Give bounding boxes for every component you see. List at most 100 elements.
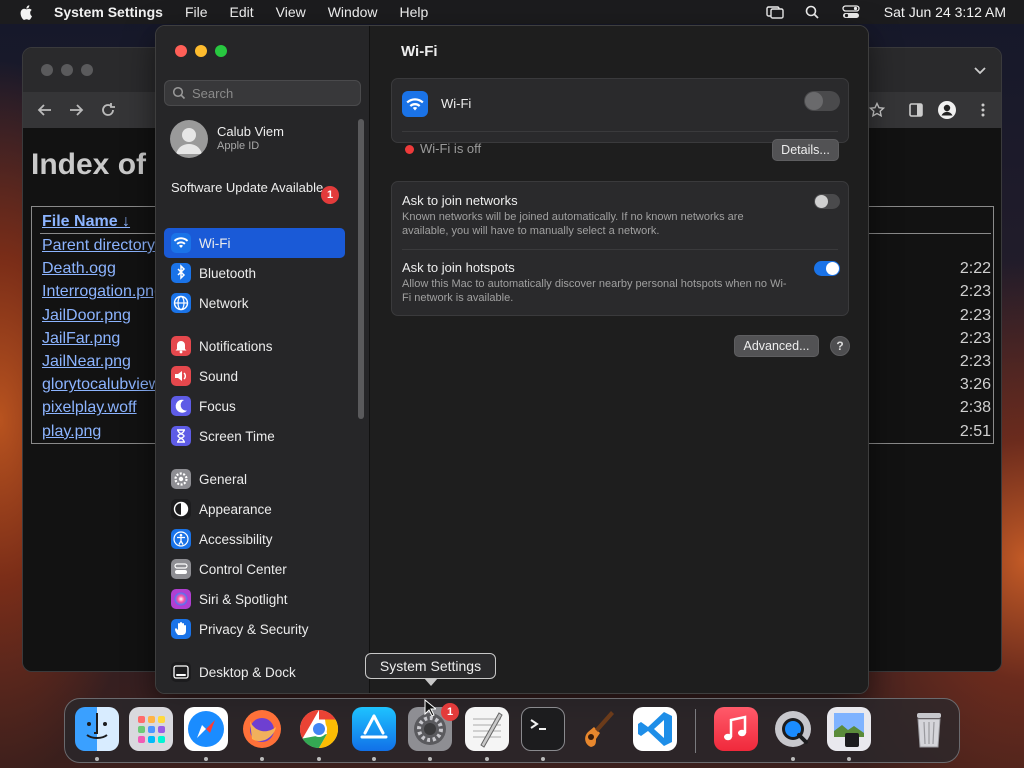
- reload-icon[interactable]: [100, 102, 116, 118]
- browser-close-button[interactable]: [41, 64, 53, 76]
- globe-icon: [171, 293, 191, 313]
- moon-icon: [171, 396, 191, 416]
- file-modified-time: 2:23: [959, 306, 991, 324]
- sidebar-item-bluetooth[interactable]: Bluetooth: [164, 258, 345, 288]
- software-update-item[interactable]: Software Update Available: [171, 180, 341, 196]
- search-field[interactable]: [164, 80, 361, 106]
- menu-clock[interactable]: Sat Jun 24 3:12 AM: [884, 4, 1006, 20]
- control-center-icon[interactable]: [842, 5, 860, 19]
- dock-music-icon[interactable]: [714, 707, 758, 751]
- apple-menu-icon[interactable]: [18, 3, 36, 21]
- dock-trash-icon[interactable]: [907, 707, 951, 751]
- sidebar-scrollbar[interactable]: [358, 119, 364, 419]
- menu-window[interactable]: Window: [328, 4, 378, 20]
- browser-minimize-button[interactable]: [61, 64, 73, 76]
- dock-textedit-icon[interactable]: [465, 707, 509, 751]
- zoom-window-button[interactable]: [215, 45, 227, 57]
- file-link[interactable]: play.png: [42, 423, 101, 441]
- profile-subtitle: Apple ID: [217, 140, 260, 152]
- dock-safari-icon[interactable]: [184, 707, 228, 751]
- sidebar-item-screen-time[interactable]: Screen Time: [164, 421, 345, 451]
- back-arrow-icon[interactable]: [37, 102, 53, 118]
- browser-zoom-button[interactable]: [81, 64, 93, 76]
- sidebar-item-notifications[interactable]: Notifications: [164, 331, 345, 361]
- ask-join-hotspots-toggle[interactable]: [814, 261, 840, 276]
- sidebar-item-label: Bluetooth: [199, 265, 257, 281]
- sidebar-item-label: Desktop & Dock: [199, 664, 296, 680]
- file-link[interactable]: pixelplay.woff: [42, 399, 137, 417]
- file-link[interactable]: Parent directory: [42, 237, 155, 255]
- hourglass-icon: [171, 426, 191, 446]
- wifi-status-dot: [405, 145, 414, 154]
- dock-app-store-icon[interactable]: [352, 707, 396, 751]
- ask-join-hotspots-title: Ask to join hotspots: [402, 260, 515, 275]
- dock-settings-badge: 1: [441, 703, 459, 721]
- file-link[interactable]: JailNear.png: [42, 353, 131, 371]
- dock-chrome-icon[interactable]: [297, 707, 341, 751]
- help-button[interactable]: ?: [830, 336, 850, 356]
- mouse-pointer-icon: [424, 699, 436, 717]
- more-menu-icon[interactable]: [975, 102, 991, 118]
- column-header-file-name[interactable]: File Name ↓: [42, 213, 130, 231]
- side-panel-icon[interactable]: [908, 102, 924, 118]
- file-modified-time: 2:51: [959, 422, 991, 440]
- menu-file[interactable]: File: [185, 4, 208, 20]
- sidebar-item-wi-fi[interactable]: Wi-Fi: [164, 228, 345, 258]
- menu-view[interactable]: View: [276, 4, 306, 20]
- wifi-toggle[interactable]: [804, 91, 840, 111]
- file-link[interactable]: JailDoor.png: [42, 307, 131, 325]
- dock-vscode-icon[interactable]: [633, 707, 677, 751]
- sidebar-item-appearance[interactable]: Appearance: [164, 494, 345, 524]
- dock-quicktime-icon[interactable]: [771, 707, 815, 751]
- sidebar-item-desktop-dock[interactable]: Desktop & Dock: [164, 657, 345, 687]
- sidebar-item-label: Privacy & Security: [199, 621, 309, 637]
- system-settings-window: Calub Viem Apple ID Software Update Avai…: [155, 25, 869, 694]
- sidebar-item-siri-spotlight[interactable]: Siri & Spotlight: [164, 584, 345, 614]
- dock-garageband-icon[interactable]: [577, 707, 621, 751]
- advanced-button[interactable]: Advanced...: [734, 335, 819, 357]
- close-window-button[interactable]: [175, 45, 187, 57]
- sidebar-item-focus[interactable]: Focus: [164, 391, 345, 421]
- search-input[interactable]: [192, 85, 352, 101]
- forward-arrow-icon[interactable]: [68, 102, 84, 118]
- accessibility-icon: [171, 529, 191, 549]
- sidebar-item-control-center[interactable]: Control Center: [164, 554, 345, 584]
- dock-firefox-icon[interactable]: [240, 707, 284, 751]
- file-link[interactable]: JailFar.png: [42, 330, 120, 348]
- sidebar-item-label: Siri & Spotlight: [199, 591, 288, 607]
- menu-edit[interactable]: Edit: [230, 4, 254, 20]
- wifi-icon: [171, 233, 191, 253]
- sidebar-item-network[interactable]: Network: [164, 288, 345, 318]
- file-modified-time: 2:38: [959, 399, 991, 417]
- file-link[interactable]: Interrogation.png: [42, 283, 163, 301]
- screen-mirroring-icon[interactable]: [766, 5, 784, 19]
- bell-icon: [171, 336, 191, 356]
- ask-join-networks-toggle[interactable]: [814, 194, 840, 209]
- menu-bar: System Settings File Edit View Window He…: [0, 0, 1024, 24]
- dock-launchpad-icon[interactable]: [129, 707, 173, 751]
- bookmark-star-icon[interactable]: [869, 102, 885, 118]
- menu-help[interactable]: Help: [400, 4, 429, 20]
- menu-app-name[interactable]: System Settings: [54, 4, 163, 20]
- sidebar-item-sound[interactable]: Sound: [164, 361, 345, 391]
- join-options-card: Ask to join networks Known networks will…: [391, 181, 849, 316]
- spotlight-search-icon[interactable]: [804, 5, 822, 19]
- profile-name: Calub Viem: [217, 124, 284, 139]
- file-modified-time: 2:23: [959, 283, 991, 301]
- sidebar-item-accessibility[interactable]: Accessibility: [164, 524, 345, 554]
- dock-terminal-icon[interactable]: [521, 707, 565, 751]
- browser-window-controls: [41, 64, 93, 76]
- file-link[interactable]: glorytocalubview: [42, 376, 160, 394]
- file-modified-time: 3:26: [959, 376, 991, 394]
- tab-search-chevron-icon[interactable]: [973, 66, 987, 76]
- control-center-icon: [171, 559, 191, 579]
- profile-avatar-icon[interactable]: [937, 100, 957, 120]
- minimize-window-button[interactable]: [195, 45, 207, 57]
- sidebar-item-general[interactable]: General: [164, 464, 345, 494]
- apple-id-profile[interactable]: Calub Viem Apple ID: [170, 120, 350, 160]
- dock-finder-icon[interactable]: [75, 707, 119, 751]
- dock-preview-icon[interactable]: [827, 707, 871, 751]
- file-link[interactable]: Death.ogg: [42, 260, 116, 278]
- dock-tooltip: System Settings: [365, 653, 496, 679]
- sidebar-item-privacy-security[interactable]: Privacy & Security: [164, 614, 345, 644]
